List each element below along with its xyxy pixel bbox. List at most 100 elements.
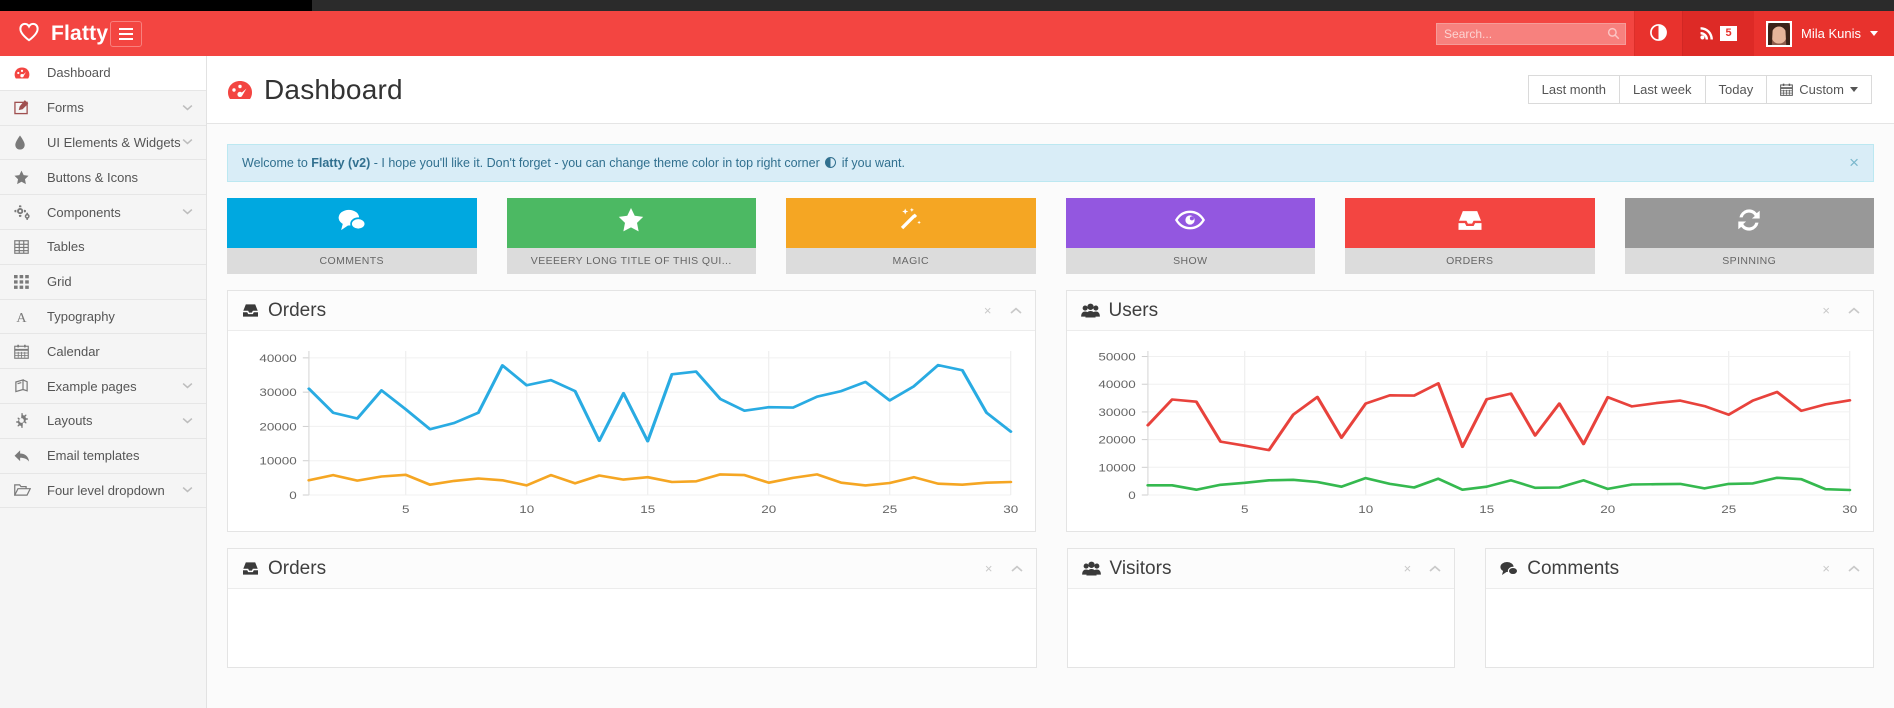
sidebar-item-ui-elements-widgets[interactable]: UI Elements & Widgets [0, 126, 206, 161]
sidebar-item-label: Layouts [36, 413, 182, 428]
chevron-down-icon [182, 415, 193, 427]
x-tick-label: 5 [1240, 503, 1248, 516]
sidebar-item-label: UI Elements & Widgets [36, 135, 182, 150]
close-icon[interactable]: × [1849, 156, 1859, 170]
date-range-button-group: Last monthLast weekTodayCustom [1528, 75, 1872, 104]
typography-icon: A [14, 309, 36, 324]
range-button-last-month[interactable]: Last month [1528, 75, 1620, 104]
comments-icon [338, 208, 366, 238]
sidebar-item-layouts[interactable]: Layouts [0, 404, 206, 439]
y-tick-label: 30000 [259, 386, 297, 399]
tile-label: SPINNING [1625, 248, 1875, 274]
stat-tile-comments[interactable]: COMMENTS [227, 198, 477, 274]
sidebar-item-label: Tables [36, 239, 193, 254]
collapse-icon[interactable] [1429, 561, 1441, 576]
panel-visitors-header: Visitors × [1068, 549, 1455, 589]
x-tick-label: 10 [1358, 503, 1373, 516]
tile-label: COMMENTS [227, 248, 477, 274]
stat-tiles: COMMENTS VEEEERY LONG TITLE OF THIS QUI..… [207, 182, 1894, 274]
sidebar-item-tables[interactable]: Tables [0, 230, 206, 265]
browser-chrome-strip [0, 0, 1894, 11]
inbox-icon [242, 303, 259, 318]
series-returns [309, 474, 1011, 485]
collapse-icon[interactable] [1011, 561, 1023, 576]
stat-tile-magic[interactable]: MAGIC [786, 198, 1036, 274]
inbox-icon [1457, 209, 1483, 238]
panel-tools: × [1822, 561, 1860, 576]
y-tick-label: 0 [1128, 489, 1136, 502]
calendar-icon [14, 344, 36, 359]
sidebar-item-typography[interactable]: ATypography [0, 300, 206, 335]
sidebar-item-label: Calendar [36, 344, 193, 359]
tile-icon-area [786, 198, 1036, 248]
x-tick-label: 25 [882, 503, 897, 516]
sidebar-item-dashboard[interactable]: Dashboard [0, 56, 206, 91]
bottom-right-group: Visitors × [1067, 548, 1875, 668]
series-new [1147, 478, 1849, 490]
sidebar-item-grid[interactable]: Grid [0, 265, 206, 300]
refresh-icon [1736, 208, 1762, 238]
panel-users-header: Users × [1067, 291, 1874, 331]
stat-tile-show[interactable]: SHOW [1066, 198, 1316, 274]
collapse-icon[interactable] [1010, 303, 1022, 318]
tile-label: VEEEERY LONG TITLE OF THIS QUI... [507, 248, 757, 274]
sidebar-item-email-templates[interactable]: Email templates [0, 439, 206, 474]
chevron-down-icon [182, 484, 193, 496]
sidebar-item-components[interactable]: Components [0, 195, 206, 230]
panel-comments-header: Comments × [1486, 549, 1873, 589]
range-button-last-week[interactable]: Last week [1620, 75, 1706, 104]
brand-name: Flatty [51, 22, 108, 46]
main-content: Dashboard Last monthLast weekTodayCustom… [207, 56, 1894, 708]
user-menu[interactable]: Mila Kunis [1754, 11, 1894, 56]
hamburger-icon[interactable] [110, 21, 142, 47]
tile-icon-area [1066, 198, 1316, 248]
search-box[interactable] [1436, 23, 1626, 45]
theme-switch-button[interactable] [1634, 11, 1682, 56]
top-navbar: Flatty [0, 11, 1894, 56]
sidebar-item-example-pages[interactable]: Example pages [0, 369, 206, 404]
dashboard-icon [227, 79, 253, 101]
panel-title: Users [1109, 300, 1159, 322]
magic-icon [898, 207, 924, 239]
close-icon[interactable]: × [1822, 561, 1830, 576]
alert-middle: - I hope you'll like it. Don't forget - … [370, 156, 823, 170]
sidebar-item-four-level-dropdown[interactable]: Four level dropdown [0, 474, 206, 509]
folder-open-icon [14, 483, 36, 497]
panel-orders-2: Orders × [227, 548, 1037, 668]
y-tick-label: 10000 [1098, 461, 1136, 474]
y-tick-label: 20000 [259, 421, 297, 434]
calendar-icon [1780, 83, 1793, 96]
panel-title: Orders [268, 558, 326, 580]
collapse-icon[interactable] [1848, 303, 1860, 318]
sidebar-item-label: Buttons & Icons [36, 170, 193, 185]
sidebar-item-label: Dashboard [36, 65, 193, 80]
sidebar-item-forms[interactable]: Forms [0, 91, 206, 126]
rss-notifications-button[interactable]: 5 [1682, 11, 1754, 56]
panel-tools: × [1404, 561, 1442, 576]
sidebar-item-calendar[interactable]: Calendar [0, 334, 206, 369]
close-icon[interactable]: × [984, 303, 992, 318]
close-icon[interactable]: × [1822, 303, 1830, 318]
page-header: Dashboard Last monthLast weekTodayCustom [207, 56, 1894, 124]
stat-tile-spinning[interactable]: SPINNING [1625, 198, 1875, 274]
close-icon[interactable]: × [985, 561, 993, 576]
range-button-today[interactable]: Today [1706, 75, 1768, 104]
eye-icon [1175, 209, 1205, 237]
y-tick-label: 0 [289, 489, 297, 502]
table-icon [14, 240, 36, 254]
collapse-icon[interactable] [1848, 561, 1860, 576]
close-icon[interactable]: × [1404, 561, 1412, 576]
range-button-custom[interactable]: Custom [1767, 75, 1872, 104]
stat-tile-veeeery-long-title-of-th[interactable]: VEEEERY LONG TITLE OF THIS QUI... [507, 198, 757, 274]
tile-icon-area [507, 198, 757, 248]
y-tick-label: 20000 [1098, 434, 1136, 447]
user-name: Mila Kunis [1801, 26, 1861, 41]
search-input[interactable] [1437, 24, 1625, 44]
stat-tile-orders[interactable]: ORDERS [1345, 198, 1595, 274]
sidebar-item-buttons-icons[interactable]: Buttons & Icons [0, 160, 206, 195]
browser-strip-right [312, 0, 1894, 11]
tile-icon-area [227, 198, 477, 248]
sidebar-item-label: Grid [36, 274, 193, 289]
page-title: Dashboard [264, 74, 403, 106]
rss-badge: 5 [1720, 26, 1736, 41]
